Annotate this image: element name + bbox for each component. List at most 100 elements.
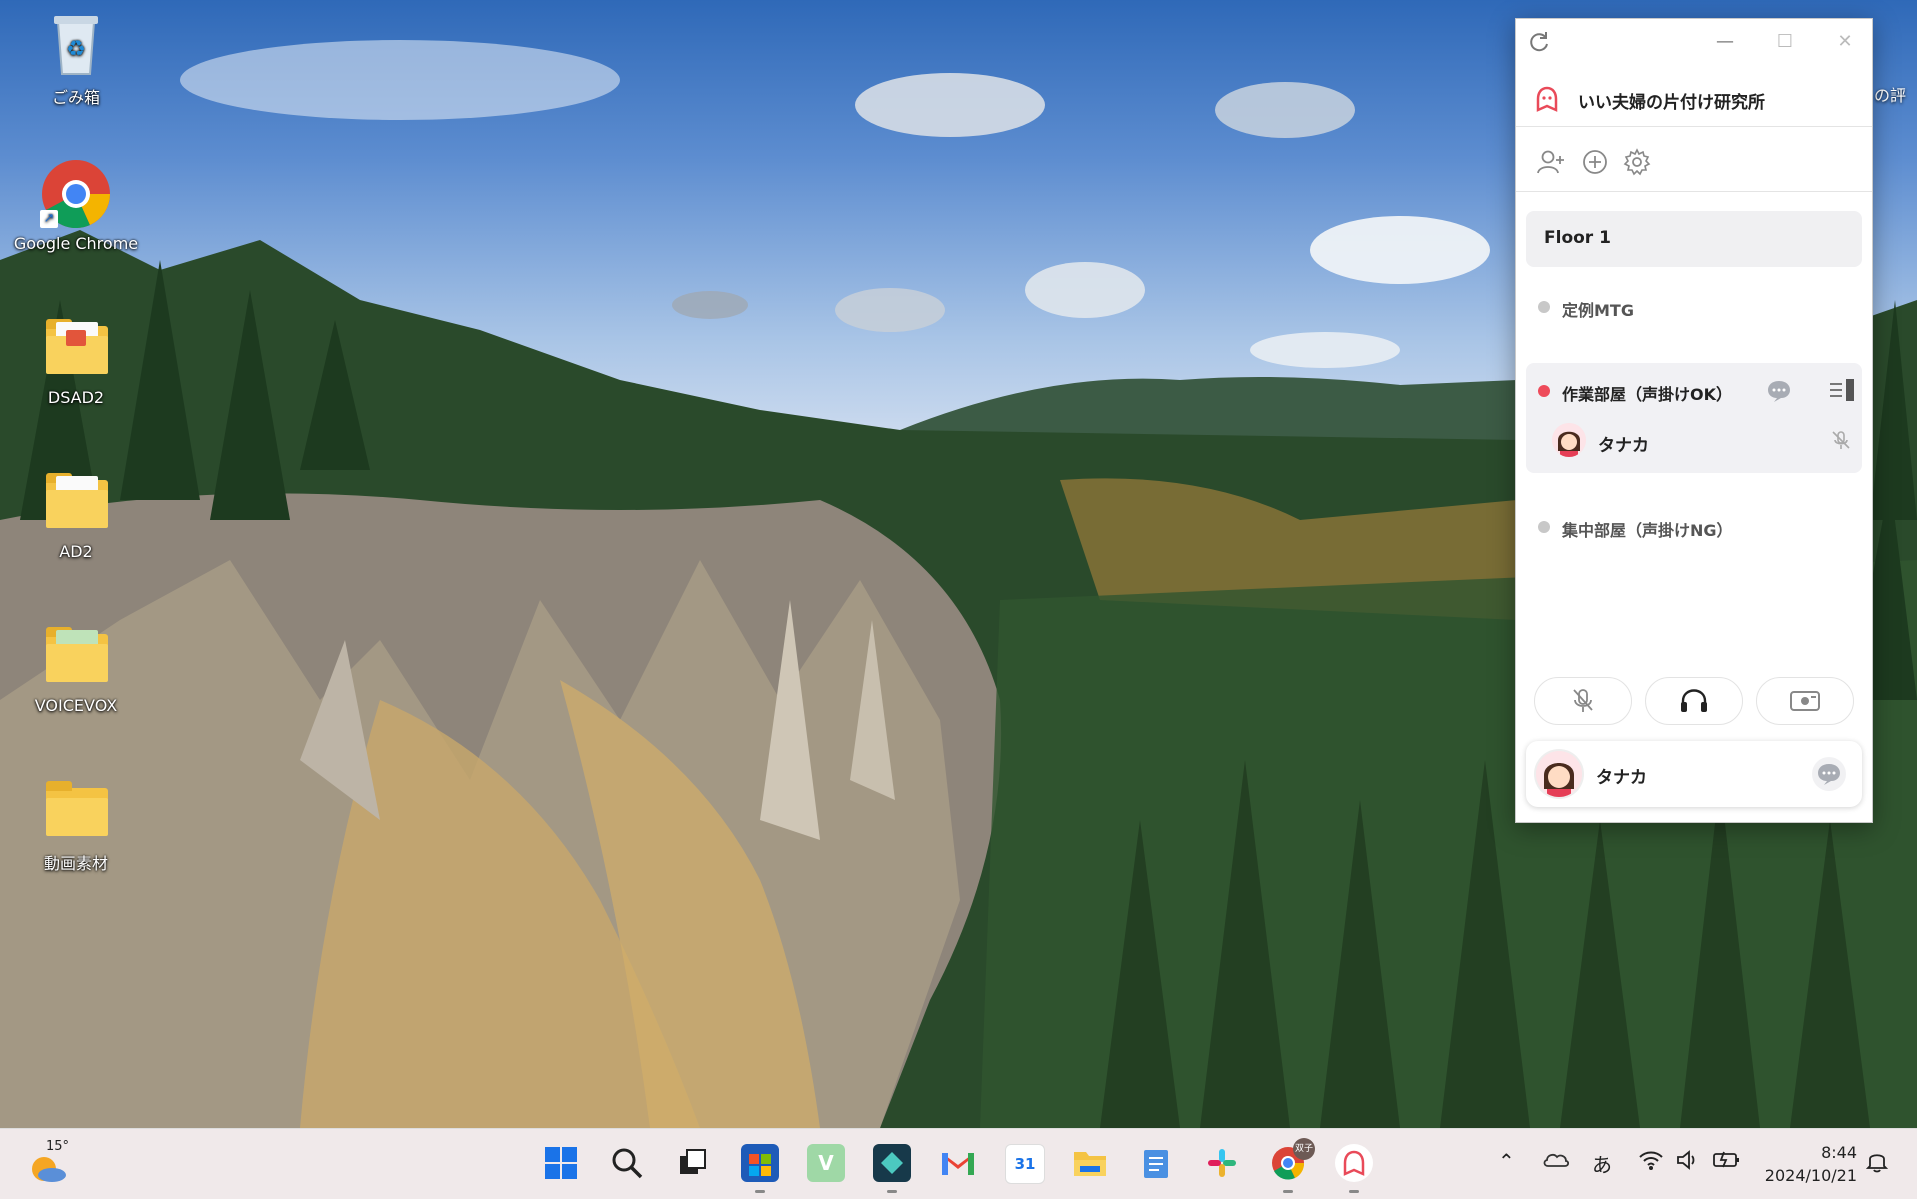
- store-icon: [749, 1154, 771, 1176]
- desktop-icon-google-chrome[interactable]: ↗ Google Chrome: [1, 158, 151, 253]
- taskbar-vivaldi[interactable]: V: [807, 1144, 845, 1182]
- taskbar-app-dark[interactable]: [873, 1144, 911, 1182]
- notepad-icon: [1144, 1150, 1168, 1178]
- member-name: タナカ: [1598, 436, 1649, 456]
- running-indicator: [1283, 1190, 1293, 1193]
- weather-temp: 15°: [46, 1139, 70, 1154]
- onedrive-icon[interactable]: [1542, 1149, 1570, 1174]
- desktop-icon-ad2[interactable]: AD2: [1, 466, 151, 561]
- desktop-icon-label: AD2: [59, 542, 93, 561]
- taskbar-clock[interactable]: 8:44 2024/10/21: [1765, 1141, 1857, 1187]
- running-indicator: [755, 1190, 765, 1193]
- self-name: タナカ: [1596, 768, 1647, 788]
- task-view-icon: [680, 1149, 706, 1174]
- desktop-edge-text: の評: [1874, 86, 1907, 105]
- room-status-dot: [1538, 301, 1550, 313]
- floor-tab[interactable]: Floor 1: [1526, 211, 1862, 267]
- app-logo-icon: [1534, 86, 1560, 112]
- running-indicator: [1349, 1190, 1359, 1193]
- headphones-icon: [1681, 689, 1707, 712]
- chat-bubble-icon[interactable]: [1766, 379, 1792, 407]
- refresh-icon[interactable]: [1526, 29, 1552, 55]
- desktop-icon-label: 動画素材: [43, 854, 108, 873]
- room-item[interactable]: 定例MTG: [1526, 289, 1862, 329]
- ime-indicator[interactable]: あ: [1592, 1149, 1612, 1178]
- clock-date: 2024/10/21: [1764, 1166, 1857, 1185]
- volume-icon[interactable]: [1676, 1149, 1700, 1176]
- app-logo-icon: [1343, 1150, 1365, 1176]
- search-button[interactable]: [608, 1144, 646, 1182]
- desktop-icon-label: DSAD2: [47, 388, 105, 407]
- gmail-icon: [942, 1153, 974, 1175]
- taskbar-store[interactable]: [741, 1144, 779, 1182]
- chrome-icon: ↗: [40, 158, 112, 230]
- floor-label: Floor 1: [1544, 228, 1611, 248]
- room-name: 集中部屋（声掛けNG）: [1562, 521, 1733, 540]
- task-view-button[interactable]: [674, 1144, 712, 1182]
- taskbar-calendar[interactable]: 31: [1005, 1144, 1045, 1184]
- self-avatar[interactable]: [1536, 751, 1582, 797]
- taskbar-slack[interactable]: [1203, 1144, 1241, 1182]
- battery-icon[interactable]: [1712, 1149, 1740, 1174]
- slack-icon: [1208, 1149, 1236, 1177]
- room-status-dot: [1538, 521, 1550, 533]
- app-window: — ☐ ✕ いい夫婦の片付け研究所 Floor 1 定例MTG 作業部屋（声掛け…: [1515, 18, 1873, 823]
- room-name: 作業部屋（声掛けOK）: [1562, 385, 1733, 404]
- desktop-icon-voicevox[interactable]: VOICEVOX: [1, 620, 151, 715]
- tray-overflow-icon[interactable]: ⌃: [1498, 1149, 1515, 1173]
- room-item[interactable]: 集中部屋（声掛けNG）: [1526, 509, 1862, 549]
- close-button[interactable]: ✕: [1832, 29, 1858, 55]
- room-name: 定例MTG: [1562, 301, 1634, 320]
- windows-logo-icon: [545, 1147, 577, 1179]
- taskbar-gmail[interactable]: [939, 1144, 977, 1182]
- folder-icon: [1074, 1152, 1106, 1176]
- start-button[interactable]: [542, 1144, 580, 1182]
- svg-text:♻: ♻: [66, 37, 86, 62]
- room-item-active[interactable]: 作業部屋（声掛けOK） タナカ: [1526, 363, 1862, 473]
- taskbar-voice-app[interactable]: [1335, 1144, 1373, 1182]
- search-icon: [612, 1148, 643, 1179]
- toolbar: [1516, 127, 1872, 192]
- screen-share-icon: [1790, 691, 1820, 711]
- minimize-button[interactable]: —: [1712, 29, 1738, 55]
- desktop-icon-douga-sozai[interactable]: 動画素材: [1, 774, 151, 874]
- avatar[interactable]: [1552, 423, 1586, 457]
- mute-mic-button[interactable]: [1534, 677, 1632, 725]
- weather-widget[interactable]: 15°: [28, 1139, 72, 1187]
- screen-share-button[interactable]: [1756, 677, 1854, 725]
- mic-muted-icon: [1830, 429, 1852, 455]
- folder-icon: [40, 466, 112, 538]
- desktop-icon-dsad2[interactable]: DSAD2: [1, 312, 151, 407]
- shortcut-arrow-icon: ↗: [40, 210, 58, 228]
- workspace-header[interactable]: いい夫婦の片付け研究所: [1516, 74, 1872, 127]
- desktop-icon-recycle-bin[interactable]: ♻ ごみ箱: [1, 8, 151, 108]
- clock-time: 8:44: [1821, 1143, 1857, 1162]
- folder-icon: [40, 620, 112, 692]
- desktop-icon-label: Google Chrome: [13, 234, 139, 253]
- self-status-card[interactable]: タナカ: [1526, 741, 1862, 807]
- add-circle-icon[interactable]: [1580, 147, 1610, 177]
- gear-icon[interactable]: [1622, 147, 1652, 177]
- folder-icon: [40, 312, 112, 384]
- taskbar: 15° V 31 双子 ⌃ あ 8:44 2024/10/21: [0, 1128, 1917, 1199]
- window-titlebar[interactable]: — ☐ ✕: [1516, 19, 1872, 65]
- add-user-icon[interactable]: [1536, 147, 1566, 177]
- chat-bubble-icon[interactable]: [1812, 757, 1846, 791]
- running-indicator: [887, 1190, 897, 1193]
- wifi-icon[interactable]: [1638, 1149, 1664, 1176]
- notification-bell-icon[interactable]: [1865, 1149, 1889, 1178]
- workspace-name: いい夫婦の片付け研究所: [1578, 93, 1765, 113]
- headphones-button[interactable]: [1645, 677, 1743, 725]
- room-status-dot: [1538, 385, 1550, 397]
- desktop-icon-label: ごみ箱: [51, 88, 100, 107]
- recycle-bin-icon: ♻: [40, 8, 112, 80]
- folder-icon: [40, 774, 112, 846]
- taskbar-explorer[interactable]: [1071, 1144, 1109, 1182]
- maximize-button[interactable]: ☐: [1772, 29, 1798, 55]
- taskbar-chrome[interactable]: 双子: [1269, 1138, 1315, 1182]
- room-exit-icon[interactable]: [1828, 377, 1856, 407]
- chrome-profile-badge: 双子: [1293, 1138, 1315, 1160]
- mic-muted-icon: [1573, 689, 1593, 712]
- taskbar-notepad[interactable]: [1137, 1144, 1175, 1182]
- app-diamond-icon: [881, 1152, 903, 1174]
